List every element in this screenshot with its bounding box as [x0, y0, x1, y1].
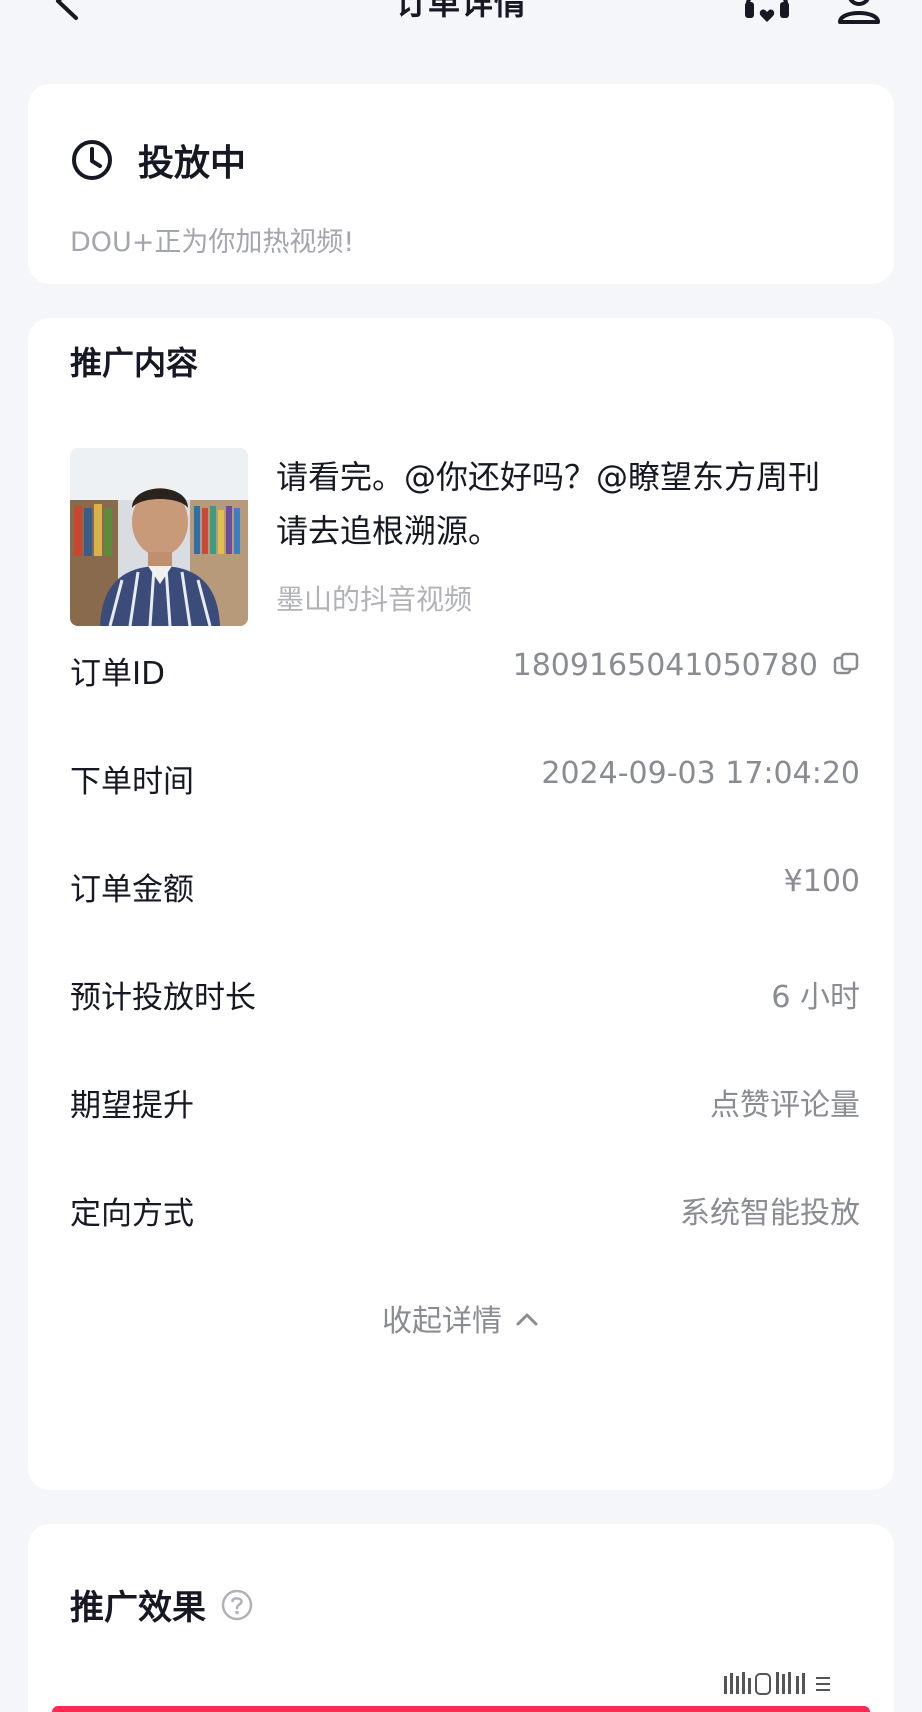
video-title[interactable]: 请看完。@你还好吗？@瞭望东方周刊 请去追根溯源。: [276, 450, 856, 558]
expected-boost-label: 期望提升: [70, 1088, 194, 1124]
order-detail-card: 推广内容 请看完。@你还好吗？@瞭望东方周刊 请去追根溯源。 墨山的抖音视频 订…: [28, 318, 894, 1490]
video-thumbnail[interactable]: [70, 448, 248, 626]
order-detail-page: 订单详情 投放中 DOU+正为你加热视频! 推广内容 请看完。@你还好吗？@瞭望…: [0, 0, 922, 1712]
collapse-details-label: 收起详情: [382, 1304, 502, 1339]
status-card: 投放中 DOU+正为你加热视频!: [28, 84, 894, 284]
order-time-value: 2024-09-03 17:04:20: [541, 756, 860, 791]
order-amount-row: 订单金额 ¥100: [70, 864, 860, 914]
video-source: 墨山的抖音视频: [276, 583, 473, 616]
duration-row: 预计投放时长 6 小时: [70, 972, 860, 1022]
duration-label: 预计投放时长: [70, 980, 256, 1016]
order-id-text: 1809165041050780: [512, 648, 818, 683]
effect-section-title: 推广效果: [70, 1588, 206, 1628]
bottom-action-bar-edge: [52, 1706, 870, 1712]
copy-icon[interactable]: [832, 650, 860, 678]
status-subtitle: DOU+正为你加热视频!: [70, 227, 355, 258]
customer-support-button[interactable]: [740, 0, 794, 28]
expected-boost-row: 期望提升 点赞评论量: [70, 1080, 860, 1130]
targeting-label: 定向方式: [70, 1196, 194, 1232]
order-id-label: 订单ID: [70, 656, 166, 692]
targeting-value: 系统智能投放: [680, 1196, 860, 1231]
question-circle-icon[interactable]: [220, 1588, 254, 1622]
status-text: 投放中: [138, 143, 247, 184]
order-time-row: 下单时间 2024-09-03 17:04:20: [70, 756, 860, 806]
duration-value: 6 小时: [771, 980, 860, 1015]
order-time-label: 下单时间: [70, 764, 194, 800]
order-id-value[interactable]: 1809165041050780: [513, 648, 860, 683]
collapse-details-button[interactable]: 收起详情: [28, 1296, 894, 1340]
expected-boost-value: 点赞评论量: [710, 1088, 860, 1123]
profile-button[interactable]: [832, 0, 886, 28]
chevron-up-icon: [516, 1313, 538, 1326]
effect-title-row: 推广效果: [70, 1580, 254, 1629]
order-amount-value: ¥100: [783, 864, 860, 899]
order-amount-label: 订单金额: [70, 872, 194, 908]
person-icon: [838, 0, 880, 24]
headset-heart-icon: [745, 0, 789, 22]
thumbnail-image: [70, 448, 248, 626]
status-row: 投放中: [70, 134, 246, 186]
promotion-section-title: 推广内容: [70, 344, 199, 382]
targeting-row: 定向方式 系统智能投放: [70, 1188, 860, 1238]
top-nav-bar: 订单详情: [0, 0, 922, 42]
order-id-row: 订单ID 1809165041050780: [70, 648, 860, 698]
watermark-glyph: [724, 1672, 830, 1695]
clock-icon: [72, 140, 112, 180]
